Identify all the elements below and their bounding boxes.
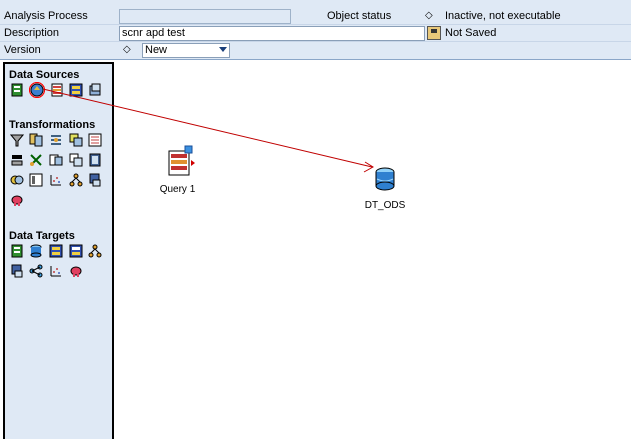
version-label: Version	[4, 44, 41, 56]
scatter-target-icon[interactable]	[49, 264, 63, 278]
palette-section-data-sources: Data Sources	[9, 69, 80, 81]
table-target-icon[interactable]	[49, 244, 63, 258]
routine-icon[interactable]	[88, 153, 102, 167]
attribute-target-icon[interactable]	[69, 244, 83, 258]
aggregate-icon[interactable]	[69, 133, 83, 147]
analysis-process-row: Analysis Process Object status ◇ Inactiv…	[0, 8, 631, 25]
ods-database-icon	[375, 167, 395, 191]
data-mining-icon[interactable]	[10, 173, 24, 187]
save-icon[interactable]	[427, 26, 441, 40]
description-input[interactable]: scnr apd test	[119, 26, 425, 41]
query-icon	[168, 145, 195, 176]
group-target-icon[interactable]	[10, 264, 24, 278]
process-header: Analysis Process Object status ◇ Inactiv…	[0, 0, 631, 60]
query-source-icon[interactable]	[50, 83, 64, 97]
palette-section-data-targets: Data Targets	[9, 230, 75, 242]
query-node-label: Query 1	[159, 184, 196, 195]
piggy-target-icon[interactable]	[69, 264, 83, 278]
scatter-icon[interactable]	[49, 173, 63, 187]
sort-icon[interactable]	[10, 153, 24, 167]
ods-node-label: DT_ODS	[364, 200, 406, 211]
piggy-icon[interactable]	[10, 193, 24, 207]
hierarchy-icon[interactable]	[69, 173, 83, 187]
version-row: Version ◇ New	[0, 42, 631, 59]
version-select-value: New	[145, 44, 168, 56]
join-icon[interactable]	[29, 133, 43, 147]
version-diamond-icon: ◇	[123, 44, 131, 55]
analysis-process-label: Analysis Process	[4, 10, 88, 22]
ods-target-icon[interactable]	[29, 244, 43, 258]
object-palette: Data Sources Transformations Data Target…	[3, 62, 114, 439]
status-diamond-icon: ◇	[425, 10, 433, 21]
ods-source-icon[interactable]	[69, 83, 83, 97]
save-status: Not Saved	[445, 27, 497, 39]
query-node[interactable]: Query 1	[155, 145, 200, 195]
process-canvas[interactable]	[114, 61, 631, 439]
object-status-value: Inactive, not executable	[445, 10, 561, 22]
table-source-icon[interactable]	[88, 83, 102, 97]
version-select[interactable]: New	[142, 43, 230, 58]
filter-icon[interactable]	[10, 133, 24, 147]
palette-section-transformations: Transformations	[9, 119, 96, 131]
infocube-source-icon[interactable]	[10, 83, 24, 97]
description-label: Description	[4, 27, 60, 39]
network-target-icon[interactable]	[29, 264, 43, 278]
list-icon[interactable]	[49, 153, 63, 167]
hierarchy-target-icon[interactable]	[88, 244, 102, 258]
formula-icon[interactable]	[88, 133, 102, 147]
group-icon[interactable]	[88, 173, 102, 187]
scissors-icon[interactable]	[29, 153, 43, 167]
ods-node[interactable]: DT_ODS	[364, 167, 406, 211]
calculation-icon[interactable]	[29, 173, 43, 187]
copy-icon[interactable]	[69, 153, 83, 167]
infocube-target-icon[interactable]	[10, 244, 24, 258]
transpose-icon[interactable]	[49, 133, 63, 147]
file-source-icon[interactable]	[29, 82, 45, 98]
chevron-down-icon[interactable]	[219, 47, 227, 52]
object-status-label: Object status	[327, 10, 392, 22]
description-row: Description scnr apd test Not Saved	[0, 25, 631, 42]
analysis-process-field[interactable]	[119, 9, 291, 24]
